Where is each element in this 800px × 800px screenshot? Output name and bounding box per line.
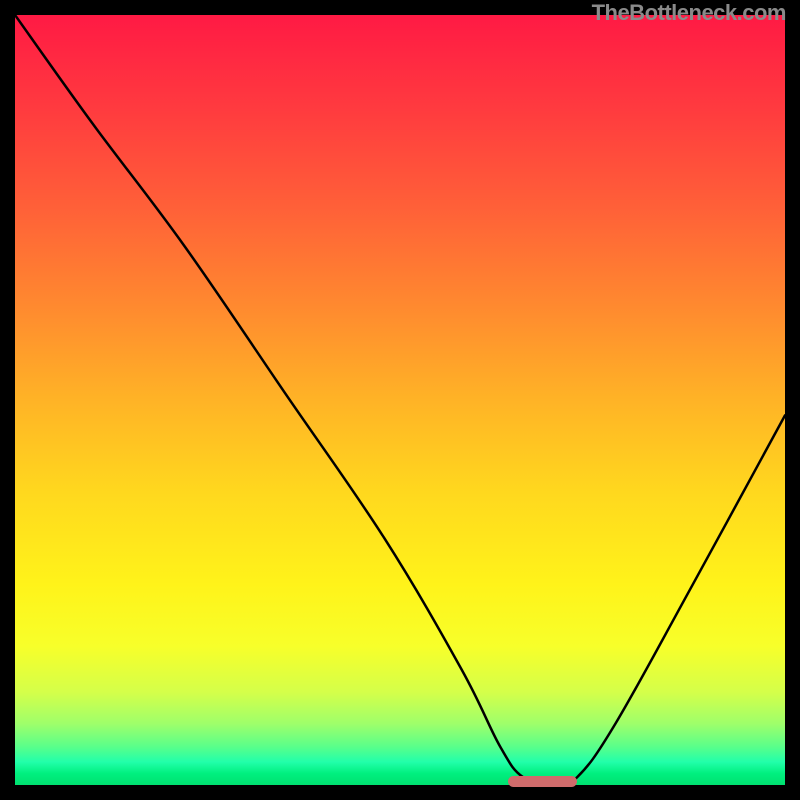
optimal-range-marker — [508, 776, 577, 787]
watermark-text: TheBottleneck.com — [592, 0, 786, 26]
bottleneck-chart: TheBottleneck.com — [0, 0, 800, 800]
curve-layer — [15, 15, 785, 785]
bottleneck-curve-path — [15, 15, 785, 785]
